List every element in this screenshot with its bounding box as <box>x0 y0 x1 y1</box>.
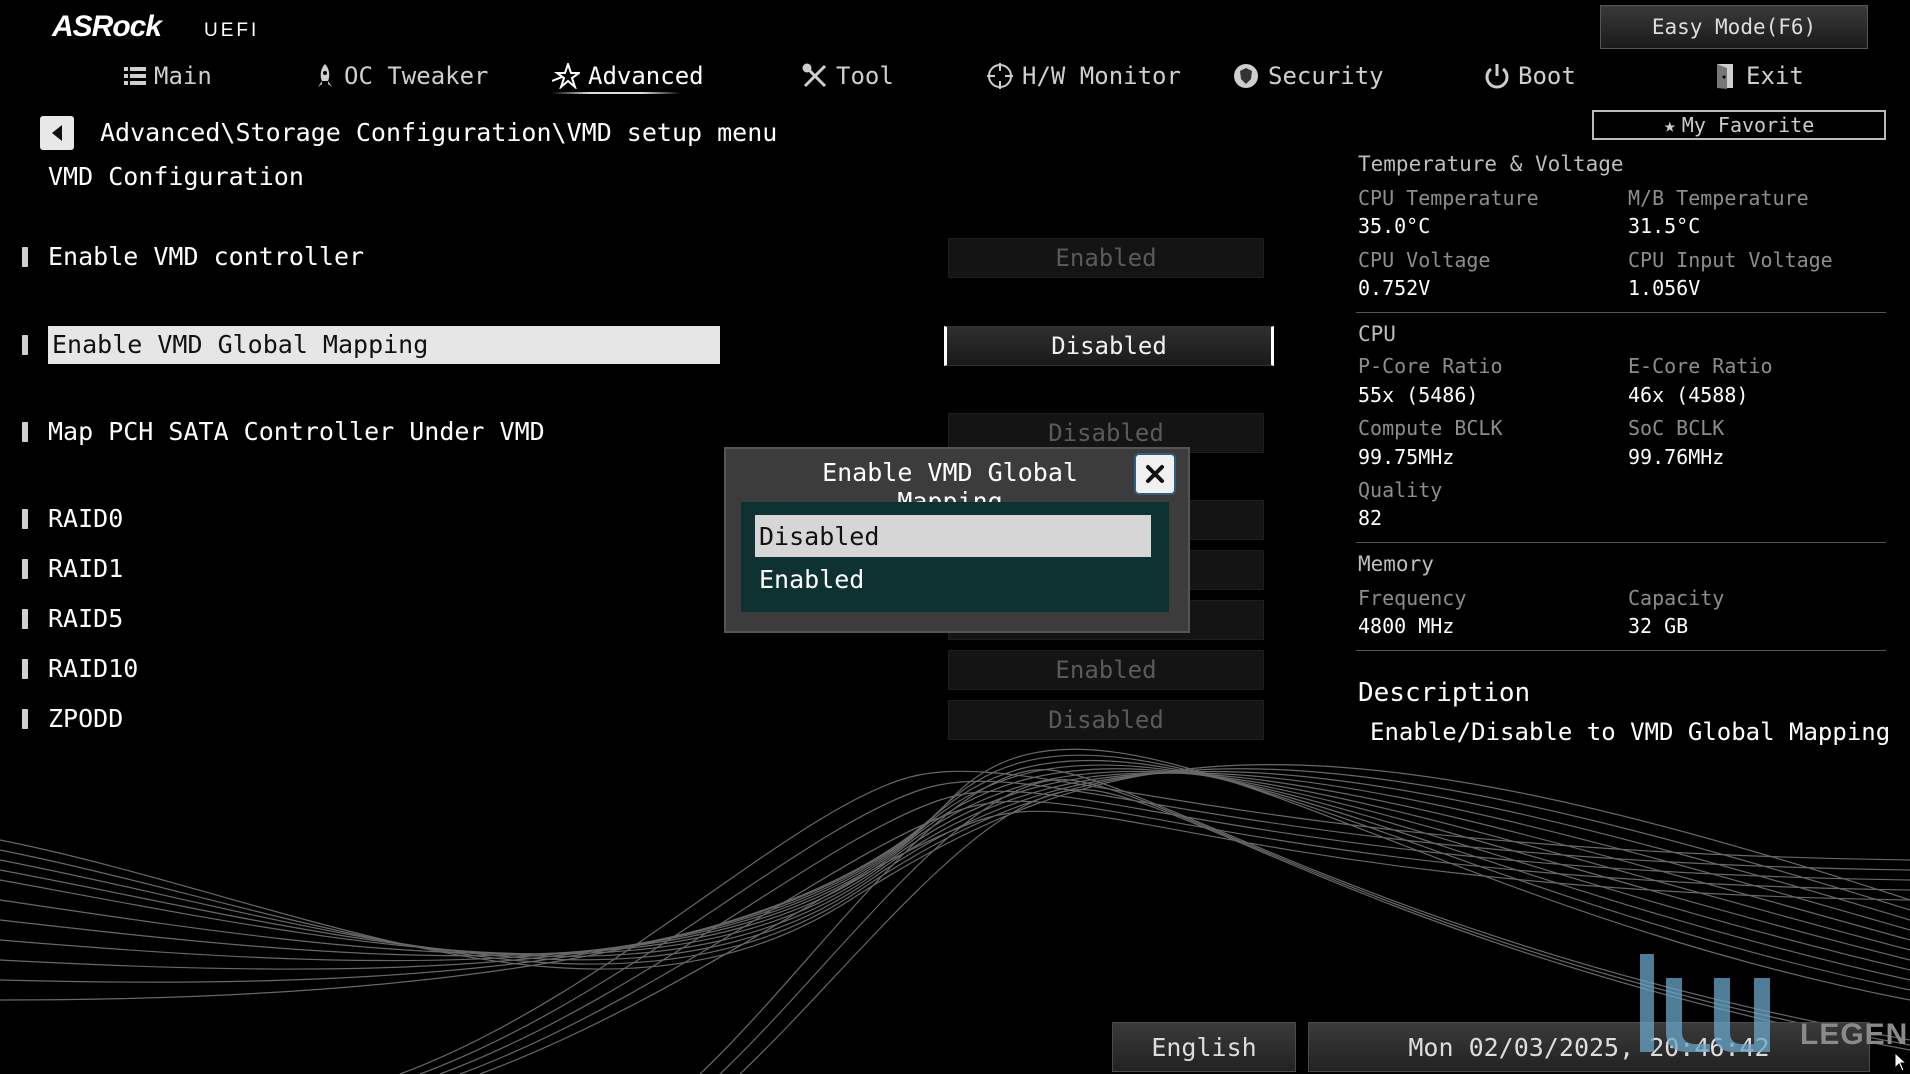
dialog-close-button[interactable] <box>1134 453 1176 495</box>
tab-oc-tweaker[interactable]: OC Tweaker <box>314 58 489 94</box>
cpu-voltage-label: CPU Voltage <box>1358 248 1491 272</box>
asrock-logo: ASRock <box>52 10 162 43</box>
enable-vmd-controller-value[interactable]: Enabled <box>948 238 1264 278</box>
star-icon <box>552 63 580 89</box>
page-title: VMD Configuration <box>48 162 304 191</box>
tab-boot[interactable]: Boot <box>1484 58 1576 94</box>
my-favorite-button[interactable]: ★ My Favorite <box>1592 110 1886 140</box>
frequency-value: 4800 MHz <box>1358 614 1455 638</box>
row-bullet <box>22 509 28 529</box>
compute-bclk-value: 99.75MHz <box>1358 445 1455 469</box>
cpu-voltage-value: 0.752V <box>1358 276 1431 300</box>
tools-icon <box>802 63 827 88</box>
legend-watermark-logo <box>1640 954 1770 1052</box>
cpu-input-voltage-label: CPU Input Voltage <box>1628 248 1833 272</box>
divider <box>1356 542 1886 543</box>
breadcrumb: Advanced\Storage Configuration\VMD setup… <box>100 118 778 147</box>
ecore-ratio-value: 46x (4588) <box>1628 383 1749 407</box>
tab-advanced[interactable]: Advanced <box>552 58 704 94</box>
back-arrow-icon <box>52 125 62 141</box>
back-button[interactable] <box>40 116 74 150</box>
dialog-option-disabled[interactable]: Disabled <box>755 515 1151 557</box>
tab-boot-label: Boot <box>1518 62 1576 90</box>
shield-icon <box>1234 64 1258 88</box>
row-bullet <box>22 709 28 729</box>
active-tab-underline <box>551 92 681 94</box>
tab-tool[interactable]: Tool <box>802 58 894 94</box>
description-text: Enable/Disable to VMD Global Mapping <box>1370 718 1891 746</box>
ecore-ratio-label: E-Core Ratio <box>1628 354 1773 378</box>
close-icon <box>1146 465 1164 483</box>
divider <box>1356 312 1886 313</box>
language-button[interactable]: English <box>1112 1022 1296 1072</box>
tab-exit-label: Exit <box>1746 62 1804 90</box>
mb-temp-label: M/B Temperature <box>1628 186 1809 210</box>
row-bullet <box>22 247 28 267</box>
mb-temp-value: 31.5°C <box>1628 214 1701 238</box>
setting-raid0[interactable]: RAID0 <box>48 504 123 533</box>
divider <box>1356 650 1886 651</box>
pcore-ratio-value: 55x (5486) <box>1358 383 1479 407</box>
description-title: Description <box>1358 678 1531 708</box>
memory-heading: Memory <box>1358 552 1434 576</box>
tab-main[interactable]: Main <box>124 58 212 94</box>
quality-label: Quality <box>1358 478 1443 502</box>
tab-security[interactable]: Security <box>1232 58 1384 94</box>
setting-enable-vmd-controller[interactable]: Enable VMD controller <box>48 242 364 271</box>
rocket-icon <box>318 64 332 87</box>
setting-raid1[interactable]: RAID1 <box>48 554 123 583</box>
setting-enable-vmd-global-mapping[interactable]: Enable VMD Global Mapping <box>48 326 720 364</box>
my-favorite-label: My Favorite <box>1681 113 1815 137</box>
dialog-option-enabled[interactable]: Enabled <box>755 558 1151 600</box>
tab-hw-monitor[interactable]: H/W Monitor <box>986 58 1181 94</box>
setting-zpodd[interactable]: ZPODD <box>48 704 123 733</box>
frequency-label: Frequency <box>1358 586 1467 610</box>
capacity-value: 32 GB <box>1628 614 1689 638</box>
tab-exit[interactable]: Exit <box>1714 58 1804 94</box>
zpodd-value[interactable]: Disabled <box>948 700 1264 740</box>
row-bullet <box>22 335 28 355</box>
compute-bclk-label: Compute BCLK <box>1358 416 1503 440</box>
row-bullet <box>22 609 28 629</box>
tab-advanced-label: Advanced <box>588 62 704 90</box>
raid10-value[interactable]: Enabled <box>948 650 1264 690</box>
tab-hw-monitor-label: H/W Monitor <box>1022 62 1181 90</box>
watermark-text: LEGEND <box>1800 1018 1910 1051</box>
row-bullet <box>22 659 28 679</box>
row-bullet <box>22 422 28 442</box>
temp-voltage-heading: Temperature & Voltage <box>1358 152 1624 176</box>
tab-security-label: Security <box>1268 62 1384 90</box>
quality-value: 82 <box>1358 506 1383 530</box>
cpu-temp-value: 35.0°C <box>1358 214 1431 238</box>
easy-mode-button[interactable]: Easy Mode(F6) <box>1600 5 1868 49</box>
dialog-option-list: Disabled Enabled <box>741 502 1169 612</box>
cpu-heading: CPU <box>1358 322 1396 346</box>
uefi-label: UEFI <box>204 20 260 41</box>
crosshair-icon <box>987 63 1013 89</box>
list-icon <box>124 67 146 85</box>
capacity-label: Capacity <box>1628 586 1725 610</box>
star-icon: ★ <box>1663 113 1676 137</box>
pcore-ratio-label: P-Core Ratio <box>1358 354 1503 378</box>
enable-vmd-global-mapping-value[interactable]: Disabled <box>944 326 1274 366</box>
exit-icon <box>1717 64 1733 89</box>
row-bullet <box>22 559 28 579</box>
soc-bclk-label: SoC BCLK <box>1628 416 1725 440</box>
power-icon <box>1485 64 1509 89</box>
setting-raid5[interactable]: RAID5 <box>48 604 123 633</box>
tab-main-label: Main <box>154 62 212 90</box>
cpu-temp-label: CPU Temperature <box>1358 186 1539 210</box>
tab-tool-label: Tool <box>836 62 894 90</box>
setting-raid10[interactable]: RAID10 <box>48 654 138 683</box>
setting-map-pch-sata[interactable]: Map PCH SATA Controller Under VMD <box>48 417 545 446</box>
tab-oc-tweaker-label: OC Tweaker <box>344 62 489 90</box>
cpu-input-voltage-value: 1.056V <box>1628 276 1701 300</box>
soc-bclk-value: 99.76MHz <box>1628 445 1725 469</box>
mouse-cursor-icon <box>1894 1052 1908 1072</box>
